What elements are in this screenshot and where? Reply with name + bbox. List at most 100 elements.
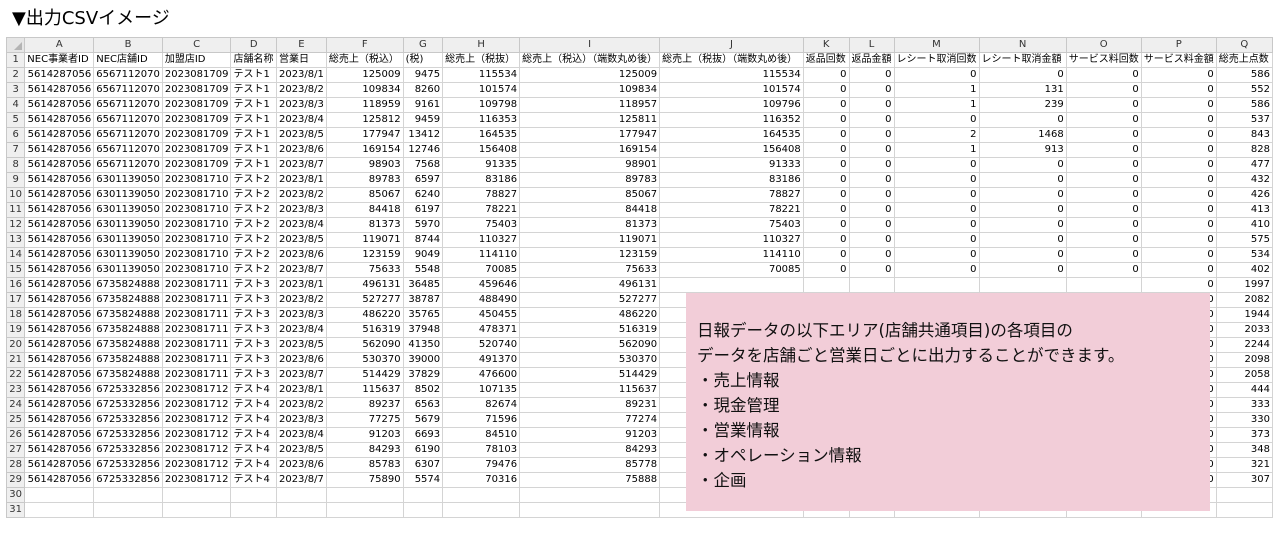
table-cell[interactable]: 78221 (659, 202, 804, 218)
table-cell[interactable]: 0 (978, 262, 1067, 278)
table-cell[interactable]: テスト3 (230, 292, 277, 308)
select-all-corner[interactable] (6, 37, 26, 53)
table-cell[interactable]: 0 (848, 97, 895, 113)
table-cell[interactable]: 84293 (519, 442, 661, 458)
table-cell[interactable]: 164535 (442, 127, 521, 143)
table-cell[interactable]: 5614287056 (24, 352, 95, 368)
row-header[interactable]: 2 (6, 67, 26, 83)
row-header[interactable]: 22 (6, 367, 26, 383)
column-header[interactable]: L (848, 37, 895, 53)
table-cell[interactable]: 39000 (402, 352, 444, 368)
table-cell[interactable]: 0 (978, 67, 1067, 83)
table-cell[interactable]: 5970 (402, 217, 444, 233)
table-cell[interactable]: 70316 (442, 472, 521, 488)
table-cell[interactable]: 0 (893, 187, 980, 203)
table-cell[interactable]: 6301139050 (93, 262, 163, 278)
table-cell[interactable]: 6190 (402, 442, 444, 458)
table-cell[interactable]: 75633 (519, 262, 661, 278)
table-cell[interactable] (325, 487, 404, 503)
table-cell[interactable] (402, 487, 444, 503)
table-cell[interactable]: 114110 (442, 247, 521, 263)
table-cell[interactable]: 101574 (659, 82, 804, 98)
table-cell[interactable]: 177947 (519, 127, 661, 143)
column-header[interactable]: O (1065, 37, 1142, 53)
table-cell[interactable]: 444 (1215, 382, 1273, 398)
table-cell[interactable]: 477 (1215, 157, 1273, 173)
table-cell[interactable]: 2023/8/1 (275, 382, 327, 398)
table-cell[interactable]: 85783 (325, 457, 404, 473)
table-cell[interactable]: 78827 (442, 187, 521, 203)
table-cell[interactable]: 2023/8/1 (275, 67, 327, 83)
table-cell[interactable]: 118957 (519, 97, 661, 113)
table-cell[interactable]: 2023/8/3 (275, 412, 327, 428)
table-cell[interactable]: 2023081709 (161, 82, 232, 98)
table-cell[interactable]: 2023081710 (161, 187, 232, 203)
table-cell[interactable]: 2023081712 (161, 442, 232, 458)
table-cell[interactable]: 118959 (325, 97, 404, 113)
table-cell[interactable]: 110327 (442, 232, 521, 248)
column-header[interactable]: N (978, 37, 1067, 53)
table-cell[interactable] (325, 502, 404, 518)
table-cell[interactable]: 5614287056 (24, 232, 95, 248)
table-cell[interactable]: 0 (1065, 172, 1142, 188)
table-cell[interactable]: 0 (802, 127, 850, 143)
table-cell[interactable]: 2023/8/4 (275, 217, 327, 233)
table-cell[interactable]: 2023/8/7 (275, 157, 327, 173)
table-cell[interactable]: 2023/8/1 (275, 172, 327, 188)
row-header[interactable]: 11 (6, 202, 26, 218)
table-cell[interactable]: 0 (848, 127, 895, 143)
table-cell[interactable]: 0 (1140, 232, 1217, 248)
table-cell[interactable]: 2023/8/7 (275, 367, 327, 383)
table-cell[interactable]: 6301139050 (93, 217, 163, 233)
table-cell[interactable]: 125009 (519, 67, 661, 83)
table-cell[interactable]: 913 (978, 142, 1067, 158)
table-cell[interactable]: テスト2 (230, 247, 277, 263)
table-cell[interactable]: 5614287056 (24, 112, 95, 128)
header-cell[interactable]: サービス料回数 (1065, 52, 1142, 68)
table-cell[interactable]: 562090 (519, 337, 661, 353)
table-cell[interactable]: 5614287056 (24, 472, 95, 488)
table-cell[interactable]: 496131 (519, 277, 661, 293)
table-cell[interactable]: 0 (802, 202, 850, 218)
table-cell[interactable]: 239 (978, 97, 1067, 113)
table-cell[interactable]: 5614287056 (24, 67, 95, 83)
header-cell[interactable]: 加盟店ID (161, 52, 232, 68)
table-cell[interactable]: 0 (1140, 202, 1217, 218)
table-cell[interactable]: 530370 (325, 352, 404, 368)
table-cell[interactable]: 0 (1140, 82, 1217, 98)
header-cell[interactable]: NEC事業者ID (24, 52, 95, 68)
table-cell[interactable]: 109796 (659, 97, 804, 113)
table-cell[interactable]: 2023081710 (161, 262, 232, 278)
table-cell[interactable]: 115637 (325, 382, 404, 398)
table-cell[interactable]: 1468 (978, 127, 1067, 143)
header-cell[interactable]: 店舗名称 (230, 52, 277, 68)
row-header[interactable]: 7 (6, 142, 26, 158)
table-cell[interactable]: 0 (802, 187, 850, 203)
table-cell[interactable]: 0 (802, 82, 850, 98)
table-cell[interactable]: 5614287056 (24, 82, 95, 98)
table-cell[interactable]: 516319 (519, 322, 661, 338)
table-cell[interactable]: 2023/8/2 (275, 397, 327, 413)
table-cell[interactable]: 432 (1215, 172, 1273, 188)
table-cell[interactable]: 9475 (402, 67, 444, 83)
table-cell[interactable]: 6735824888 (93, 277, 163, 293)
row-header[interactable]: 9 (6, 172, 26, 188)
table-cell[interactable] (402, 502, 444, 518)
table-cell[interactable]: テスト4 (230, 397, 277, 413)
table-cell[interactable]: 77275 (325, 412, 404, 428)
table-cell[interactable]: 82674 (442, 397, 521, 413)
table-cell[interactable]: 78827 (659, 187, 804, 203)
table-cell[interactable]: 0 (893, 202, 980, 218)
table-cell[interactable]: 78221 (442, 202, 521, 218)
table-cell[interactable]: 89783 (519, 172, 661, 188)
table-cell[interactable]: 6567112070 (93, 127, 163, 143)
row-header[interactable]: 30 (6, 487, 26, 503)
row-header[interactable]: 13 (6, 232, 26, 248)
table-cell[interactable]: 75888 (519, 472, 661, 488)
table-cell[interactable]: 35765 (402, 307, 444, 323)
table-cell[interactable]: 6735824888 (93, 337, 163, 353)
table-cell[interactable]: 83186 (659, 172, 804, 188)
table-cell[interactable]: 9049 (402, 247, 444, 263)
table-cell[interactable]: 0 (1140, 277, 1217, 293)
table-cell[interactable]: 0 (978, 112, 1067, 128)
